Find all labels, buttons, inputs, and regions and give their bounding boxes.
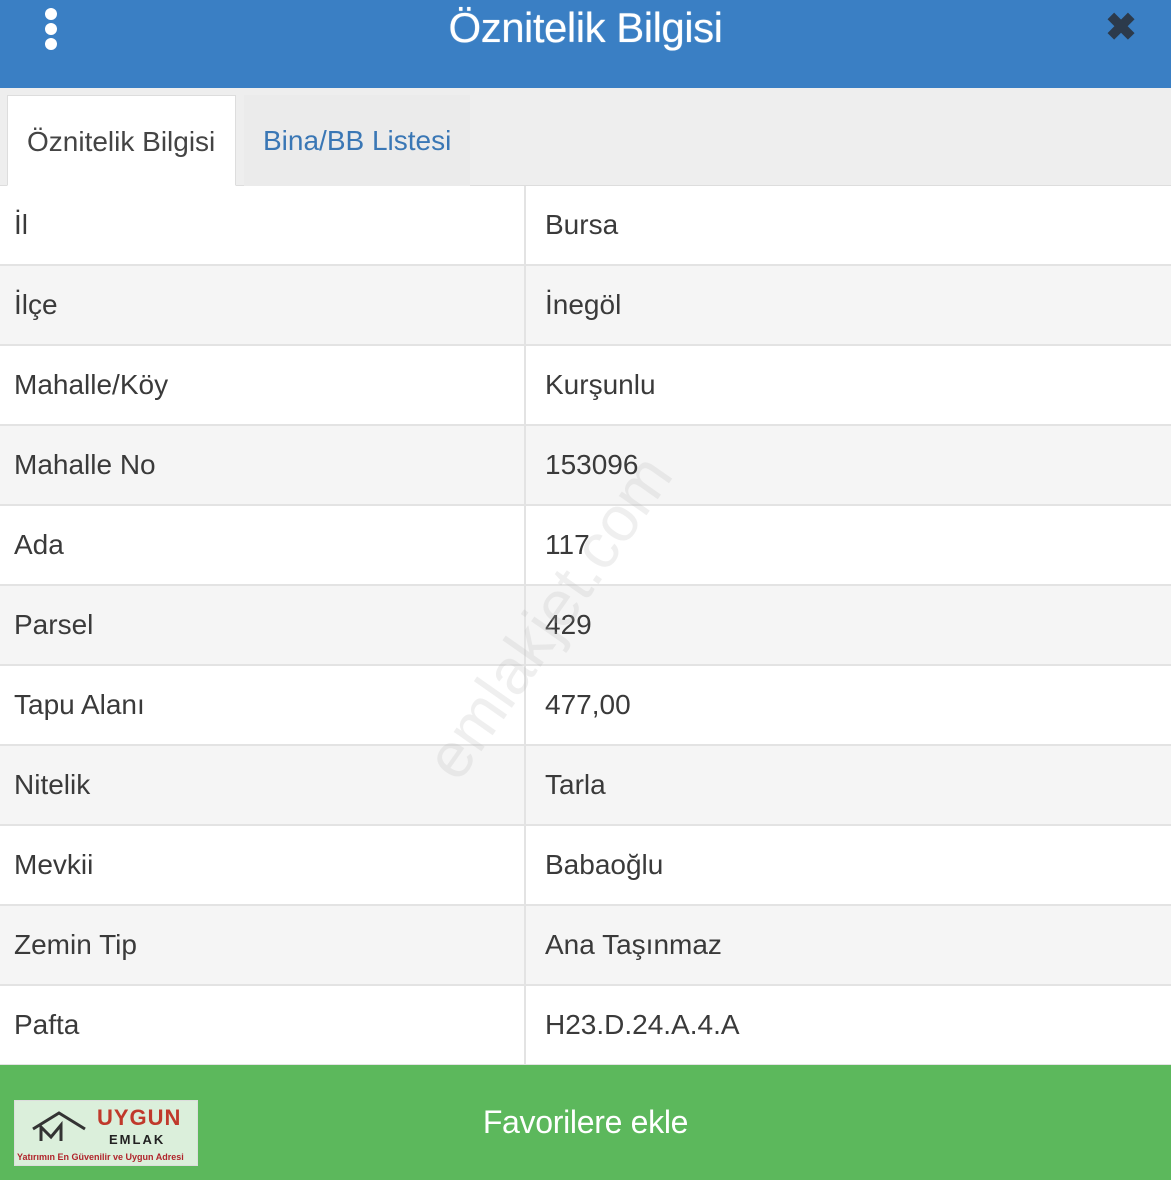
column-divider (524, 586, 526, 666)
dialog-title: Öznitelik Bilgisi (448, 4, 723, 51)
attribute-value: Tarla (545, 769, 606, 800)
table-row: Mevkii Babaoğlu (0, 826, 1171, 906)
attribute-value: Bursa (545, 209, 619, 240)
logo-subtitle: EMLAK (109, 1132, 166, 1147)
agency-logo: UYGUN EMLAK Yatırımın En Güvenilir ve Uy… (14, 1100, 198, 1166)
attribute-value: Babaoğlu (545, 849, 664, 880)
tab-bina-bb-listesi[interactable]: Bina/BB Listesi (244, 95, 471, 186)
attribute-key: Mahalle/Köy (14, 369, 169, 400)
attribute-key: Zemin Tip (14, 929, 137, 960)
house-logo-icon (32, 1111, 86, 1141)
attribute-value: H23.D.24.A.4.A (545, 1009, 740, 1040)
table-row: Tapu Alanı 477,00 (0, 666, 1171, 746)
attribute-value: Kurşunlu (545, 369, 656, 400)
column-divider (524, 266, 526, 346)
attribute-key: Pafta (14, 1009, 80, 1040)
dialog-header: Öznitelik Bilgisi ✖ (0, 0, 1171, 88)
table-row: Pafta H23.D.24.A.4.A (0, 986, 1171, 1066)
attribute-key: Mevkii (14, 849, 94, 880)
column-divider (524, 666, 526, 746)
table-row: Nitelik Tarla (0, 746, 1171, 826)
attribute-value: 153096 (545, 449, 639, 480)
table-row: İlçe İnegöl (0, 266, 1171, 346)
attribute-key: Mahalle No (14, 449, 156, 480)
attribute-table: İl Bursa İlçe İnegöl Mahalle/Köy Kurşunl… (0, 186, 1171, 1066)
column-divider (524, 906, 526, 986)
attribute-key: İl (14, 209, 28, 240)
attribute-value: Ana Taşınmaz (545, 929, 722, 960)
logo-tagline: Yatırımın En Güvenilir ve Uygun Adresi (17, 1152, 184, 1162)
table-row: Parsel 429 (0, 586, 1171, 666)
attribute-value: İnegöl (545, 289, 622, 320)
column-divider (524, 186, 526, 266)
table-row: Mahalle/Köy Kurşunlu (0, 346, 1171, 426)
attribute-key: Ada (14, 529, 64, 560)
column-divider (524, 426, 526, 506)
logo-name: UYGUN (97, 1105, 182, 1130)
column-divider (524, 506, 526, 586)
attribute-value: 477,00 (545, 689, 631, 720)
column-divider (524, 986, 526, 1066)
tab-bar: Öznitelik Bilgisi Bina/BB Listesi (0, 88, 1171, 186)
column-divider (524, 746, 526, 826)
table-row: İl Bursa (0, 186, 1171, 266)
table-row: Mahalle No 153096 (0, 426, 1171, 506)
table-row: Ada 117 (0, 506, 1171, 586)
tab-oznitelik-bilgisi[interactable]: Öznitelik Bilgisi (7, 95, 236, 186)
close-icon[interactable]: ✖ (1105, 9, 1137, 47)
attribute-value: 429 (545, 609, 592, 640)
column-divider (524, 346, 526, 426)
attribute-key: Tapu Alanı (14, 689, 145, 720)
column-divider (524, 826, 526, 906)
attribute-key: Nitelik (14, 769, 91, 800)
attribute-key: İlçe (14, 289, 58, 320)
attribute-key: Parsel (14, 609, 94, 640)
table-row: Zemin Tip Ana Taşınmaz (0, 906, 1171, 986)
attribute-value: 117 (545, 529, 590, 560)
